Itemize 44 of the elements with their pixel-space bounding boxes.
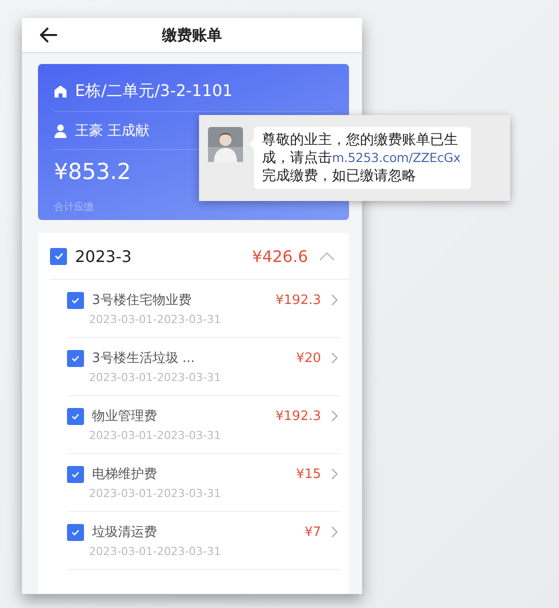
check-icon <box>71 470 80 478</box>
fee-amount: ¥15 <box>296 466 321 482</box>
checkbox[interactable] <box>67 466 84 482</box>
checkbox[interactable] <box>67 350 84 366</box>
owner-names: 王豪 王成献 <box>75 122 150 140</box>
fee-name: 物业管理费 <box>92 408 157 425</box>
chevron-right-icon[interactable] <box>331 352 338 364</box>
fee-name: 电梯维护费 <box>92 466 157 483</box>
total-amount: ¥853.2 <box>54 160 131 185</box>
fee-period: 2023-03-01-2023-03-31 <box>89 429 221 442</box>
fee-name: 3号楼生活垃圾 ... <box>92 350 195 367</box>
fee-period: 2023-03-01-2023-03-31 <box>89 545 221 558</box>
chevron-right-icon[interactable] <box>331 410 338 422</box>
chevron-right-icon[interactable] <box>331 294 338 306</box>
page-title: 缴费账单 <box>162 26 222 44</box>
checkbox[interactable] <box>67 524 84 540</box>
chevron-right-icon[interactable] <box>331 526 338 538</box>
check-icon <box>71 296 80 304</box>
fee-amount: ¥7 <box>304 524 321 540</box>
back-icon[interactable] <box>40 27 58 43</box>
check-icon <box>54 252 64 260</box>
message-text: 尊敬的业主，您的缴费账单已生成，请点击m.5253.com/ZZEcGx 完成缴费，如已缴请忽略 <box>262 131 462 185</box>
fee-period: 2023-03-01-2023-03-31 <box>89 313 221 326</box>
house-icon <box>54 84 67 98</box>
check-icon <box>71 354 80 362</box>
fee-amount: ¥192.3 <box>276 292 321 308</box>
link[interactable]: m.5253.com/ZZEcGx <box>332 150 460 165</box>
fee-amount: ¥192.3 <box>276 408 321 424</box>
fee-name: 垃圾清运费 <box>92 524 157 541</box>
address-text: E栋/二单元/3-2-1101 <box>75 80 233 102</box>
checkbox[interactable] <box>50 248 67 264</box>
person-icon <box>54 124 67 138</box>
fee-name: 3号楼住宅物业费 <box>92 292 192 309</box>
period-label: 2023-3 <box>75 246 132 266</box>
checkbox[interactable] <box>67 292 84 308</box>
check-icon <box>71 412 80 420</box>
check-icon <box>71 528 80 536</box>
chevron-right-icon[interactable] <box>331 468 338 480</box>
fee-period: 2023-03-01-2023-03-31 <box>89 371 221 384</box>
total-label: 合计应缴 <box>54 200 94 214</box>
checkbox[interactable] <box>67 408 84 424</box>
fee-amount: ¥20 <box>296 350 321 366</box>
fee-period: 2023-03-01-2023-03-31 <box>89 487 221 500</box>
group-amount: ¥426.6 <box>252 246 308 266</box>
